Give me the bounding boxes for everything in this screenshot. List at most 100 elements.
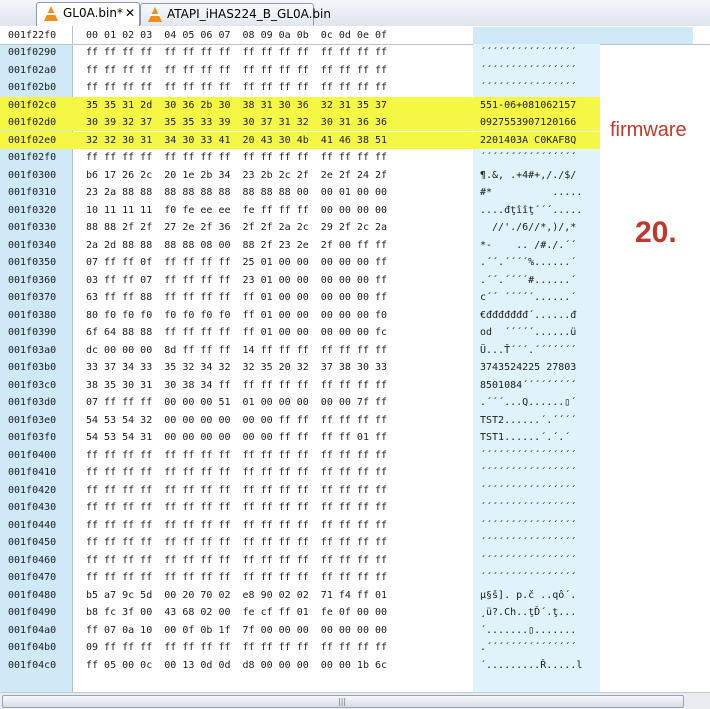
hex-row[interactable]: 001f0480 b5 a7 9c 5d 00 20 70 02 e8 90 02… bbox=[0, 587, 600, 604]
row-address[interactable]: 001f0380 bbox=[8, 310, 56, 321]
row-ascii[interactable]: ´´´´´´´´´´´´´´´´ bbox=[480, 485, 576, 496]
close-icon[interactable]: ✕ bbox=[125, 3, 135, 24]
row-ascii[interactable]: ´´´´´´´´´´´´´´´´ bbox=[480, 572, 576, 583]
hex-row[interactable]: 001f0400 ff ff ff ff ff ff ff ff ff ff ff… bbox=[0, 447, 600, 464]
row-address[interactable]: 001f03d0 bbox=[8, 397, 56, 408]
row-ascii[interactable]: ´´´´´´´´´´´´´´´´ bbox=[480, 82, 576, 93]
row-address[interactable]: 001f0470 bbox=[8, 572, 56, 583]
row-hex-bytes[interactable]: ff ff ff ff ff ff ff ff ff ff ff ff ff f… bbox=[86, 82, 387, 93]
hex-row[interactable]: 001f03c0 38 35 30 31 30 38 34 ff ff ff ff… bbox=[0, 377, 600, 394]
row-address[interactable]: 001f0290 bbox=[8, 47, 56, 58]
hex-row[interactable]: 001f0390 6f 64 88 88 ff ff ff ff ff 01 00… bbox=[0, 324, 600, 341]
row-hex-bytes[interactable]: ff ff ff ff ff ff ff ff ff ff ff ff ff f… bbox=[86, 485, 387, 496]
hex-row[interactable]: 001f04a0 ff 07 0a 10 00 0f 0b 1f 7f 00 00… bbox=[0, 622, 600, 639]
row-address[interactable]: 001f0330 bbox=[8, 222, 56, 233]
row-hex-bytes[interactable]: ff 05 00 0c 00 13 0d 0d d8 00 00 00 00 0… bbox=[86, 660, 387, 671]
row-address[interactable]: 001f02b0 bbox=[8, 82, 56, 93]
row-ascii[interactable]: ´´´´´´´´´´´´´´´´ bbox=[480, 520, 576, 531]
row-ascii[interactable]: 3743524225 27803 bbox=[480, 362, 576, 373]
tab-gl0a[interactable]: GL0A.bin* ✕ bbox=[36, 2, 140, 26]
row-hex-bytes[interactable]: 07 ff ff 0f ff ff ff ff 25 01 00 00 00 0… bbox=[86, 257, 387, 268]
row-hex-bytes[interactable]: b6 17 26 2c 20 1e 2b 34 23 2b 2c 2f 2e 2… bbox=[86, 170, 387, 181]
row-address[interactable]: 001f0410 bbox=[8, 467, 56, 478]
row-hex-bytes[interactable]: ff ff ff ff ff ff ff ff ff ff ff ff ff f… bbox=[86, 555, 387, 566]
hex-row[interactable]: 001f03f0 54 53 54 31 00 00 00 00 00 00 ff… bbox=[0, 429, 600, 446]
hex-row[interactable]: 001f03e0 54 53 54 32 00 00 00 00 00 00 ff… bbox=[0, 412, 600, 429]
hex-row[interactable]: 001f0490 b8 fc 3f 00 43 68 02 00 fe cf ff… bbox=[0, 604, 600, 621]
row-address[interactable]: 001f03e0 bbox=[8, 415, 56, 426]
row-address[interactable]: 001f03f0 bbox=[8, 432, 56, 443]
row-ascii[interactable]: ´´´´´´´´´´´´´´´´ bbox=[480, 537, 576, 548]
row-ascii[interactable]: ´´´´´´´´´´´´´´´´ bbox=[480, 47, 576, 58]
row-ascii[interactable]: ´´´´´´´´´´´´´´´´ bbox=[480, 555, 576, 566]
row-ascii[interactable]: ´´´´´´´´´´´´´´´´ bbox=[480, 152, 576, 163]
hex-row[interactable]: 001f04b0 09 ff ff ff ff ff ff ff ff ff ff… bbox=[0, 639, 600, 656]
hex-row[interactable]: 001f0350 07 ff ff 0f ff ff ff ff 25 01 00… bbox=[0, 254, 600, 271]
row-hex-bytes[interactable]: 2a 2d 88 88 88 88 08 00 88 2f 23 2e 2f 0… bbox=[86, 240, 387, 251]
row-address[interactable]: 001f0490 bbox=[8, 607, 56, 618]
row-address[interactable]: 001f0370 bbox=[8, 292, 56, 303]
row-address[interactable]: 001f02d0 bbox=[8, 117, 56, 128]
hex-row[interactable]: 001f0380 80 f0 f0 f0 f0 f0 f0 f0 ff 01 00… bbox=[0, 307, 600, 324]
row-address[interactable]: 001f04b0 bbox=[8, 642, 56, 653]
hex-row[interactable]: 001f0420 ff ff ff ff ff ff ff ff ff ff ff… bbox=[0, 482, 600, 499]
row-address[interactable]: 001f03c0 bbox=[8, 380, 56, 391]
row-address[interactable]: 001f0400 bbox=[8, 450, 56, 461]
row-hex-bytes[interactable]: ff ff ff ff ff ff ff ff ff ff ff ff ff f… bbox=[86, 152, 387, 163]
hex-row[interactable]: 001f0470 ff ff ff ff ff ff ff ff ff ff ff… bbox=[0, 569, 600, 586]
row-hex-bytes[interactable]: 10 11 11 11 f0 fe ee ee fe ff ff ff 00 0… bbox=[86, 205, 387, 216]
row-ascii[interactable]: *- .. /#./.´´ bbox=[480, 240, 576, 251]
row-ascii[interactable]: µ§š]. p.č ..qô´. bbox=[480, 590, 576, 601]
row-address[interactable]: 001f03a0 bbox=[8, 345, 56, 356]
row-address[interactable]: 001f0310 bbox=[8, 187, 56, 198]
row-hex-bytes[interactable]: 35 35 31 2d 30 36 2b 30 38 31 30 36 32 3… bbox=[86, 100, 387, 111]
scrollbar-thumb[interactable]: ||| bbox=[2, 695, 684, 708]
row-ascii[interactable]: ¸ü?.Ch..ţĎ´.ţ... bbox=[480, 607, 576, 618]
hex-row[interactable]: 001f0430 ff ff ff ff ff ff ff ff ff ff ff… bbox=[0, 499, 600, 516]
row-ascii[interactable]: #* ..... bbox=[480, 187, 582, 198]
hex-row[interactable]: 001f0360 03 ff ff 07 ff ff ff ff 23 01 00… bbox=[0, 272, 600, 289]
row-hex-bytes[interactable]: ff ff ff ff ff ff ff ff ff ff ff ff ff f… bbox=[86, 537, 387, 548]
row-ascii[interactable]: //'./6//*,)/,* bbox=[480, 222, 576, 233]
hex-row[interactable]: 001f0410 ff ff ff ff ff ff ff ff ff ff ff… bbox=[0, 464, 600, 481]
row-hex-bytes[interactable]: 88 88 2f 2f 27 2e 2f 36 2f 2f 2a 2c 29 2… bbox=[86, 222, 387, 233]
hex-row[interactable]: 001f0320 10 11 11 11 f0 fe ee ee fe ff ff… bbox=[0, 202, 600, 219]
row-ascii[interactable]: .´´.´´´´%......´ bbox=[480, 257, 576, 268]
row-address[interactable]: 001f0320 bbox=[8, 205, 56, 216]
row-hex-bytes[interactable]: ff ff ff ff ff ff ff ff ff ff ff ff ff f… bbox=[86, 502, 387, 513]
row-hex-bytes[interactable]: 07 ff ff ff 00 00 00 51 01 00 00 00 00 0… bbox=[86, 397, 387, 408]
row-address[interactable]: 001f0350 bbox=[8, 257, 56, 268]
row-address[interactable]: 001f0300 bbox=[8, 170, 56, 181]
row-hex-bytes[interactable]: ff 07 0a 10 00 0f 0b 1f 7f 00 00 00 00 0… bbox=[86, 625, 387, 636]
row-hex-bytes[interactable]: ff ff ff ff ff ff ff ff ff ff ff ff ff f… bbox=[86, 65, 387, 76]
tab-atapi[interactable]: ATAPI_iHAS224_B_GL0A.bin bbox=[140, 3, 331, 25]
row-ascii[interactable]: ´´´´´´´´´´´´´´´´ bbox=[480, 450, 576, 461]
row-ascii[interactable]: ´´´´´´´´´´´´´´´´ bbox=[480, 467, 576, 478]
hex-row[interactable]: 001f0300 b6 17 26 2c 20 1e 2b 34 23 2b 2c… bbox=[0, 167, 600, 184]
hex-row[interactable]: 001f02d0 30 39 32 37 35 35 33 39 30 37 31… bbox=[0, 114, 600, 131]
row-ascii[interactable]: TST1......´.´.´ bbox=[480, 432, 570, 443]
row-ascii[interactable]: €đđđđđđđ´......đ bbox=[480, 310, 576, 321]
hex-row[interactable]: 001f0370 63 ff ff 88 ff ff ff ff ff 01 00… bbox=[0, 289, 600, 306]
row-ascii[interactable]: 0927553907120166 bbox=[480, 117, 576, 128]
hex-row[interactable]: 001f0290 ff ff ff ff ff ff ff ff ff ff ff… bbox=[0, 44, 600, 61]
row-address[interactable]: 001f04c0 bbox=[8, 660, 56, 671]
row-address[interactable]: 001f03b0 bbox=[8, 362, 56, 373]
row-address[interactable]: 001f0440 bbox=[8, 520, 56, 531]
row-hex-bytes[interactable]: 30 39 32 37 35 35 33 39 30 37 31 32 30 3… bbox=[86, 117, 387, 128]
hex-grid[interactable]: 001f0290 ff ff ff ff ff ff ff ff ff ff ff… bbox=[0, 44, 600, 692]
row-address[interactable]: 001f02a0 bbox=[8, 65, 56, 76]
hex-row[interactable]: 001f0330 88 88 2f 2f 27 2e 2f 36 2f 2f 2a… bbox=[0, 219, 600, 236]
hex-row[interactable]: 001f03d0 07 ff ff ff 00 00 00 51 01 00 00… bbox=[0, 394, 600, 411]
hex-row[interactable]: 001f02b0 ff ff ff ff ff ff ff ff ff ff ff… bbox=[0, 79, 600, 96]
row-hex-bytes[interactable]: 23 2a 88 88 88 88 88 88 88 88 88 00 00 0… bbox=[86, 187, 387, 198]
row-address[interactable]: 001f0360 bbox=[8, 275, 56, 286]
row-hex-bytes[interactable]: ff ff ff ff ff ff ff ff ff ff ff ff ff f… bbox=[86, 520, 387, 531]
horizontal-scrollbar[interactable]: ||| bbox=[0, 692, 710, 709]
row-hex-bytes[interactable]: 32 32 30 31 34 30 33 41 20 43 30 4b 41 4… bbox=[86, 135, 387, 146]
row-hex-bytes[interactable]: 54 53 54 32 00 00 00 00 00 00 ff ff ff f… bbox=[86, 415, 387, 426]
row-hex-bytes[interactable]: 6f 64 88 88 ff ff ff ff ff 01 00 00 00 0… bbox=[86, 327, 387, 338]
row-hex-bytes[interactable]: 09 ff ff ff ff ff ff ff ff ff ff ff ff f… bbox=[86, 642, 387, 653]
row-hex-bytes[interactable]: dc 00 00 00 8d ff ff ff 14 ff ff ff ff f… bbox=[86, 345, 387, 356]
row-ascii[interactable]: .´´.´´´´#......´ bbox=[480, 275, 576, 286]
